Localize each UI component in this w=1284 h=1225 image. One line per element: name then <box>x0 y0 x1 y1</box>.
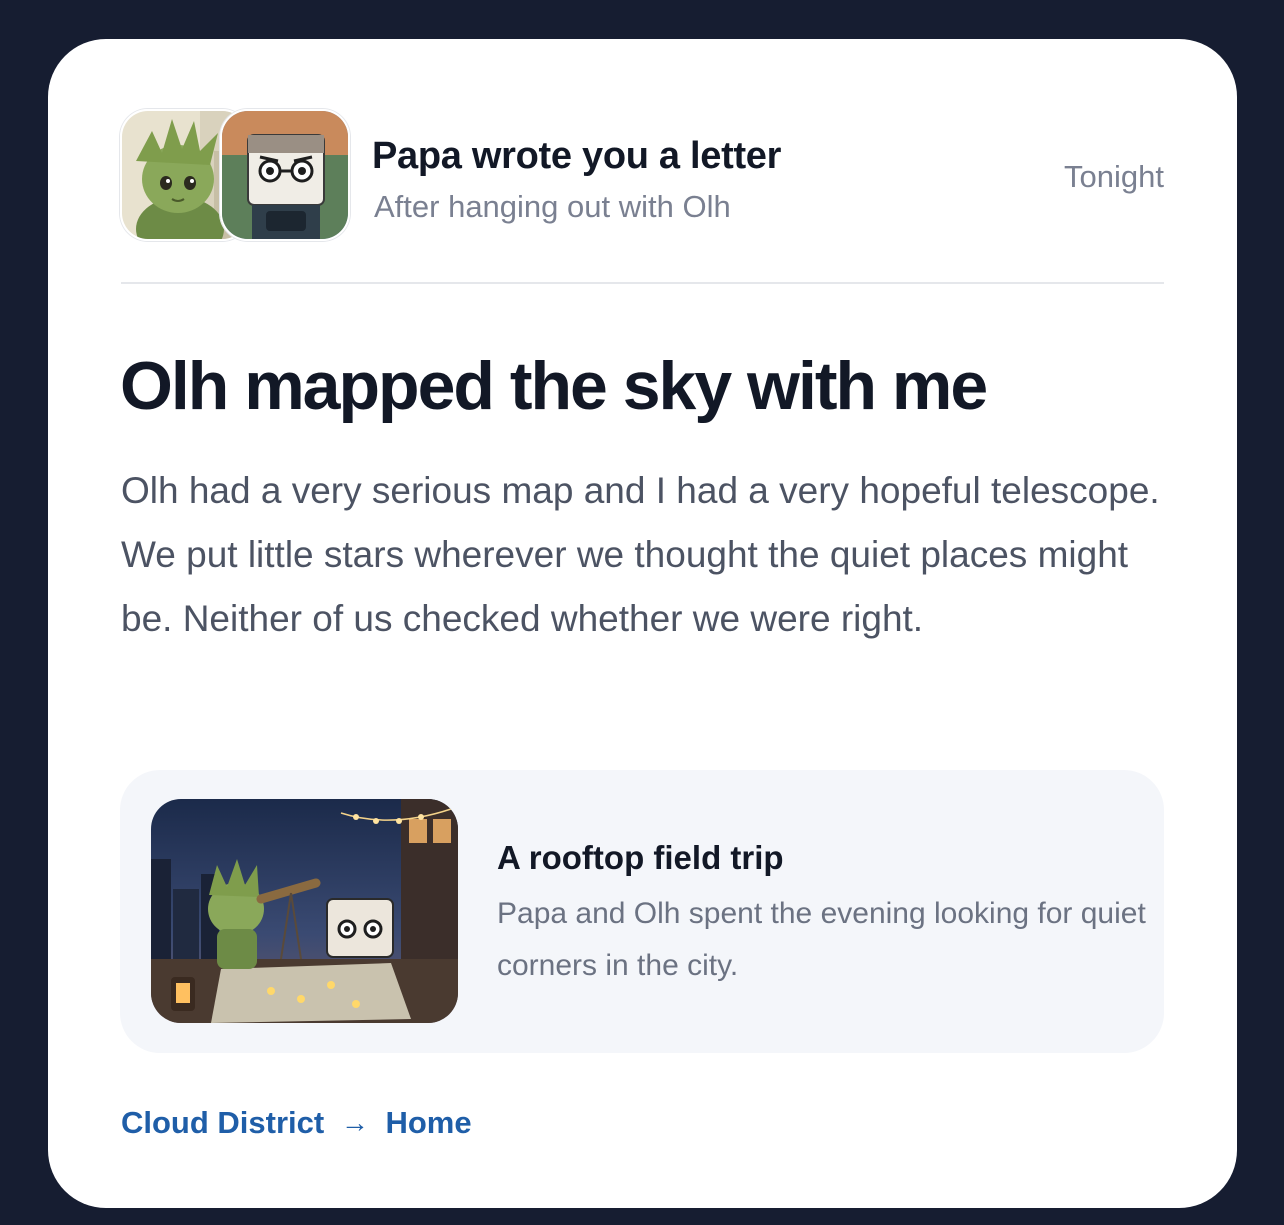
letter-header: Papa wrote you a letter After hanging ou… <box>120 109 1164 241</box>
letter-sender-title: Papa wrote you a letter <box>372 135 782 177</box>
trip-card[interactable]: A rooftop field trip Papa and Olh spent … <box>120 770 1164 1053</box>
trip-title: A rooftop field trip <box>497 839 784 876</box>
route-link[interactable]: Cloud District → Home <box>121 1103 472 1141</box>
route-origin: Cloud District <box>121 1104 325 1140</box>
papa-avatar-icon <box>220 109 350 241</box>
letter-headline: Olh mapped the sky with me <box>120 348 988 424</box>
route-destination: Home <box>385 1104 472 1140</box>
header-divider <box>121 282 1164 284</box>
letter-subtitle: After hanging out with Olh <box>374 189 731 224</box>
letter-card: Papa wrote you a letter After hanging ou… <box>48 39 1237 1208</box>
avatar-group <box>120 109 350 241</box>
letter-timestamp: Tonight <box>1064 159 1164 194</box>
trip-description: Papa and Olh spent the evening looking f… <box>497 897 1146 982</box>
letter-body: Olh had a very serious map and I had a v… <box>121 470 1160 639</box>
rooftop-night-scene-icon <box>151 799 458 1023</box>
arrow-right-icon: → <box>340 1106 369 1138</box>
